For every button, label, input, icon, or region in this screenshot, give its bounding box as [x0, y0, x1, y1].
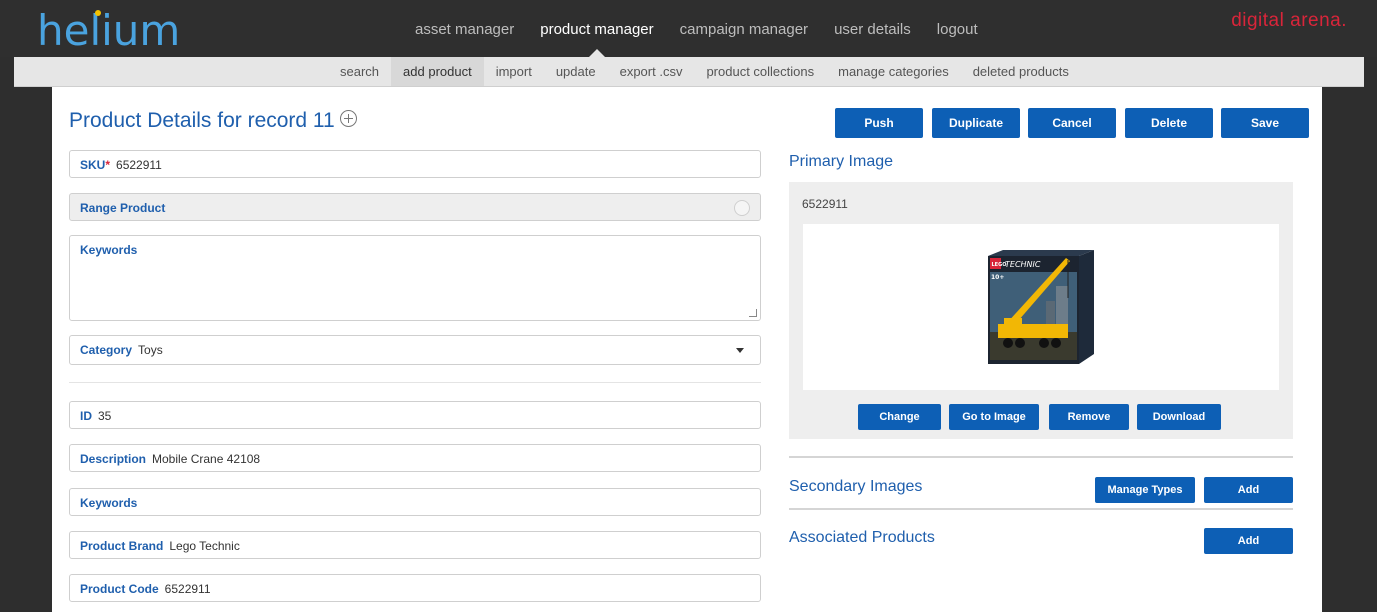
add-secondary-image-button[interactable]: Add — [1204, 477, 1293, 503]
primary-image-panel: 6522911 LEGO TECHNIC 10+ Change Go to Im… — [789, 182, 1293, 439]
secondary-divider-top — [789, 456, 1293, 458]
main-content: Product Details for record 11 SKU* 652291… — [52, 87, 1322, 612]
primary-image-frame[interactable]: LEGO TECHNIC 10+ — [803, 224, 1279, 390]
product-image[interactable]: LEGO TECHNIC 10+ — [986, 246, 1096, 364]
primary-image-sku: 6522911 — [802, 197, 848, 211]
product-code-label: Product Code 6522911 — [80, 582, 211, 596]
subnav-manage-categories[interactable]: manage categories — [826, 57, 961, 86]
description-label: Description Mobile Crane 42108 — [80, 452, 261, 466]
age-text: 10+ — [991, 274, 1004, 281]
keywords-area-label: Keywords — [80, 243, 138, 257]
range-product-label: Range Product — [80, 201, 166, 215]
add-circle-icon[interactable] — [339, 110, 357, 127]
cancel-button[interactable]: Cancel — [1028, 108, 1116, 138]
subnav-deleted-products[interactable]: deleted products — [961, 57, 1081, 86]
remove-image-button[interactable]: Remove — [1049, 404, 1129, 430]
keywords-textarea[interactable]: Keywords — [69, 235, 761, 321]
id-label: ID 35 — [80, 409, 112, 423]
description-field[interactable]: Description Mobile Crane 42108 — [69, 444, 761, 472]
keywords-field[interactable]: Keywords — [69, 488, 761, 516]
range-product-toggle[interactable]: Range Product — [69, 193, 761, 221]
nav-logout[interactable]: logout — [924, 18, 991, 46]
main-nav: asset manager product manager campaign m… — [402, 18, 991, 57]
required-mark: * — [105, 158, 111, 172]
subnav-update[interactable]: update — [544, 57, 608, 86]
product-code-field[interactable]: Product Code 6522911 — [69, 574, 761, 602]
keywords-label: Keywords — [80, 496, 138, 510]
subnav-import[interactable]: import — [484, 57, 544, 86]
technic-text: TECHNIC — [1005, 260, 1041, 269]
product-brand-field[interactable]: Product Brand Lego Technic — [69, 531, 761, 559]
range-product-radio[interactable] — [734, 200, 750, 216]
helium-logo[interactable]: helium — [37, 10, 180, 52]
subnav-add-product[interactable]: add product — [391, 57, 484, 86]
manage-types-button[interactable]: Manage Types — [1095, 477, 1195, 503]
subnav-export-csv[interactable]: export .csv — [608, 57, 695, 86]
save-button[interactable]: Save — [1221, 108, 1309, 138]
brand-logo: digital arena. — [1231, 10, 1347, 31]
nav-product-manager[interactable]: product manager — [527, 18, 666, 57]
id-field[interactable]: ID 35 — [69, 401, 761, 429]
product-brand-label: Product Brand Lego Technic — [80, 539, 240, 553]
form-divider — [69, 382, 761, 383]
sub-nav: search add product import update export … — [14, 57, 1364, 87]
duplicate-button[interactable]: Duplicate — [932, 108, 1020, 138]
category-value: Toys — [138, 343, 163, 357]
subnav-search[interactable]: search — [328, 57, 391, 86]
subnav-product-collections[interactable]: product collections — [694, 57, 826, 86]
add-associated-product-button[interactable]: Add — [1204, 528, 1293, 554]
chevron-down-icon — [736, 348, 744, 353]
push-button[interactable]: Push — [835, 108, 923, 138]
logo-dot-icon — [95, 10, 101, 16]
page-title: Product Details for record 11 — [69, 109, 357, 133]
change-image-button[interactable]: Change — [858, 404, 941, 430]
sku-value: 6522911 — [116, 158, 162, 172]
associated-products-title: Associated Products — [789, 529, 935, 546]
page-title-text: Product Details for record 11 — [69, 109, 335, 132]
secondary-images-title: Secondary Images — [789, 478, 923, 495]
nav-campaign-manager[interactable]: campaign manager — [667, 18, 821, 46]
secondary-divider-bottom — [789, 508, 1293, 510]
go-to-image-button[interactable]: Go to Image — [949, 404, 1039, 430]
delete-button[interactable]: Delete — [1125, 108, 1213, 138]
sku-field[interactable]: SKU* 6522911 — [69, 150, 761, 178]
category-select[interactable]: Category Toys — [69, 335, 761, 365]
download-image-button[interactable]: Download — [1137, 404, 1221, 430]
product-code-value: 6522911 — [164, 582, 211, 596]
category-label: Category Toys — [80, 343, 163, 357]
primary-image-title: Primary Image — [789, 153, 894, 170]
description-value: Mobile Crane 42108 — [152, 452, 261, 466]
nav-asset-manager[interactable]: asset manager — [402, 18, 527, 46]
sku-label: SKU* 6522911 — [80, 158, 162, 172]
top-bar: helium asset manager product manager cam… — [0, 0, 1377, 57]
product-brand-value: Lego Technic — [169, 539, 240, 553]
resize-handle-icon[interactable] — [749, 309, 757, 317]
id-value: 35 — [98, 409, 112, 423]
nav-user-details[interactable]: user details — [821, 18, 924, 46]
